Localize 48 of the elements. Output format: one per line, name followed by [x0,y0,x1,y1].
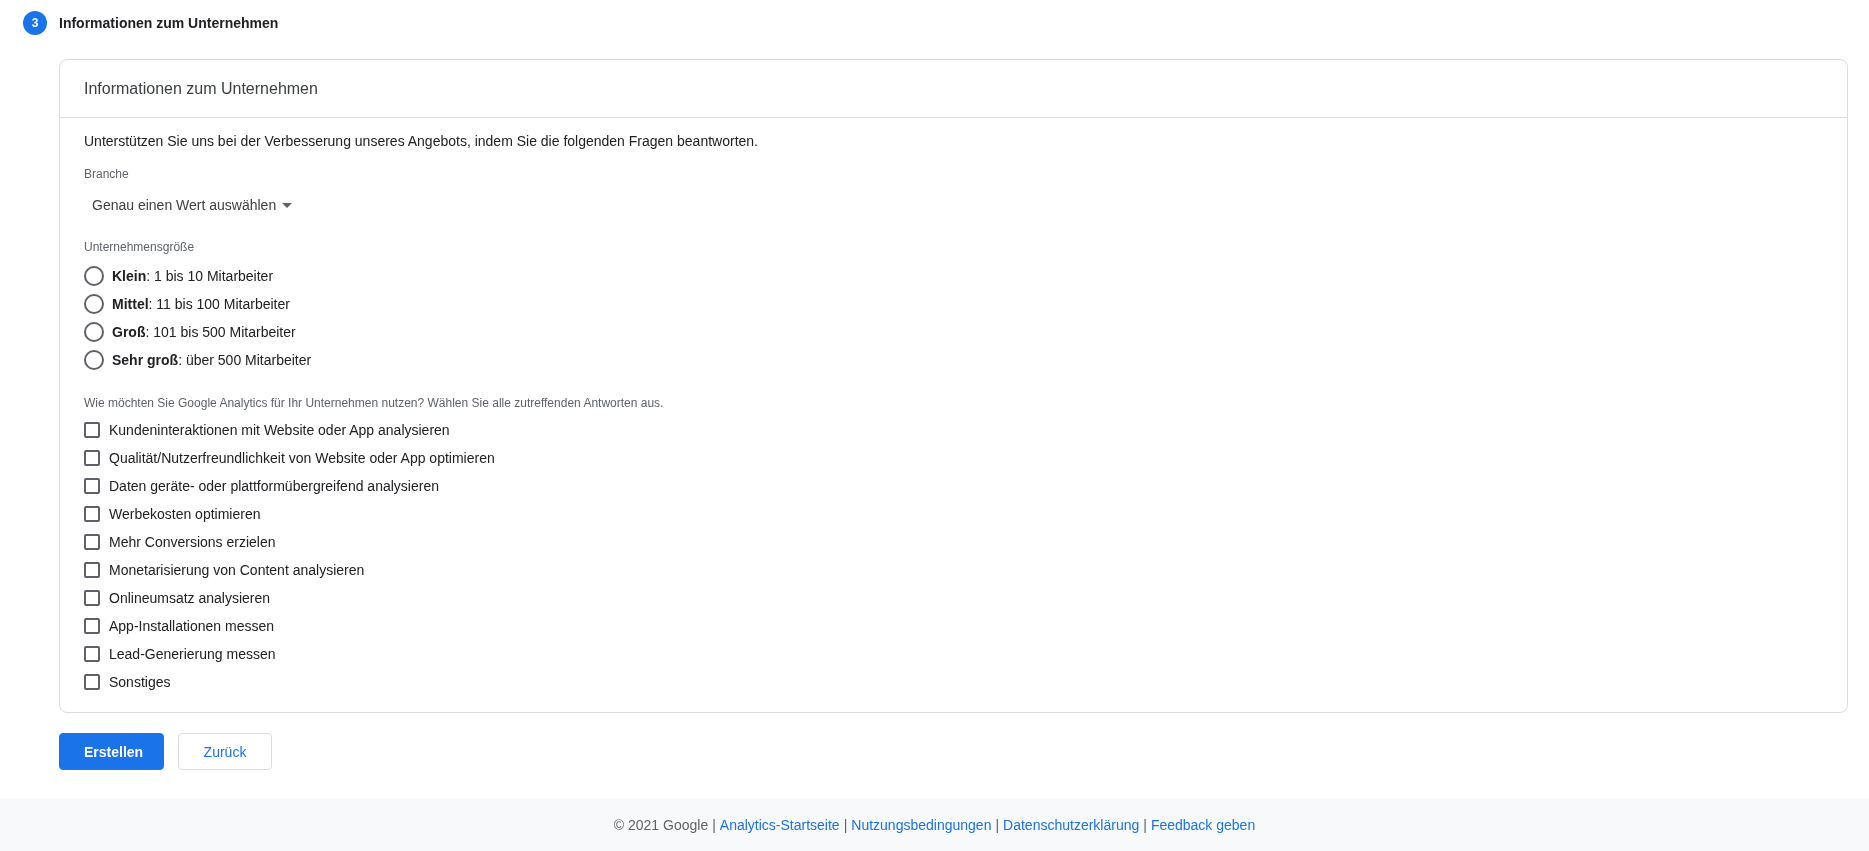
step-number-badge: 3 [23,11,47,35]
checkbox-label: Werbekosten optimieren [109,506,261,522]
field-label: Unternehmensgröße [84,240,196,254]
checkbox[interactable] [84,618,100,634]
checkbox[interactable] [84,674,100,690]
radio-button[interactable] [84,350,104,370]
checkbox-label: Kundeninteraktionen mit Website oder App analysieren [109,422,450,438]
checkbox[interactable] [84,590,100,606]
footer-link[interactable]: Analytics-Startseite [719,817,840,833]
radio-label: Sehr groß: über 500 Mitarbeiter [112,352,312,368]
checkbox[interactable] [84,562,100,578]
separator-text: | [712,817,716,833]
card-title: Informationen zum Unternehmen [84,79,318,98]
radio-button[interactable] [84,266,104,286]
checkbox-label: Mehr Conversions erzielen [109,534,276,550]
checkbox-label: Monetarisierung von Content analysieren [109,562,365,578]
checkbox[interactable] [84,534,100,550]
checkbox-label: Qualität/Nutzerfreundlichkeit von Website oder App optimieren [109,450,495,466]
checkbox-label: Onlineumsatz analysieren [109,590,271,606]
separator-text: | [1143,817,1147,833]
radio-label: Groß: 101 bis 500 Mitarbeiter [112,324,296,340]
checkbox[interactable] [84,422,100,438]
step-title: Informationen zum Unternehmen [59,15,279,31]
back-button[interactable]: Zurück [178,733,272,770]
checkbox[interactable] [84,478,100,494]
separator-text: | [843,817,848,833]
create-button[interactable]: Erstellen [59,733,164,770]
radio-label: Mittel: 11 bis 100 Mitarbeiter [112,296,290,312]
radio-button[interactable] [84,322,104,342]
checkbox-label: Daten geräte- oder plattformübergreifend analysieren [109,478,439,494]
field-label: Branche [84,167,130,181]
checkbox[interactable] [84,450,100,466]
intro-text: Unterstützen Sie uns bei der Verbesserung unseres Angebots, indem Sie die folgenden Fragen beantworten. [84,133,759,149]
radio-label: Klein: 1 bis 10 Mitarbeiter [112,268,274,284]
checkbox[interactable] [84,646,100,662]
industry-dropdown[interactable]: Genau einen Wert auswählen [84,193,301,217]
checkbox-label: Lead-Generierung messen [109,646,276,662]
footer-link[interactable]: Nutzungsbedingungen [851,817,992,833]
footer-link[interactable]: Datenschutzerklärung [1003,817,1140,833]
separator-text: | [995,817,1000,833]
field-label: Wie möchten Sie Google Analytics für Ihr Unternehmen nutzen? Wählen Sie alle zutreffenden Antworten aus. [84,396,665,410]
copyright-text: © 2021 Google [613,817,709,833]
caret-icon [282,202,293,208]
checkbox-label: App-Installationen messen [109,618,274,634]
checkbox-label: Sonstiges [109,674,171,690]
checkbox[interactable] [84,506,100,522]
radio-button[interactable] [84,294,104,314]
footer-link[interactable]: Feedback geben [1150,817,1256,833]
